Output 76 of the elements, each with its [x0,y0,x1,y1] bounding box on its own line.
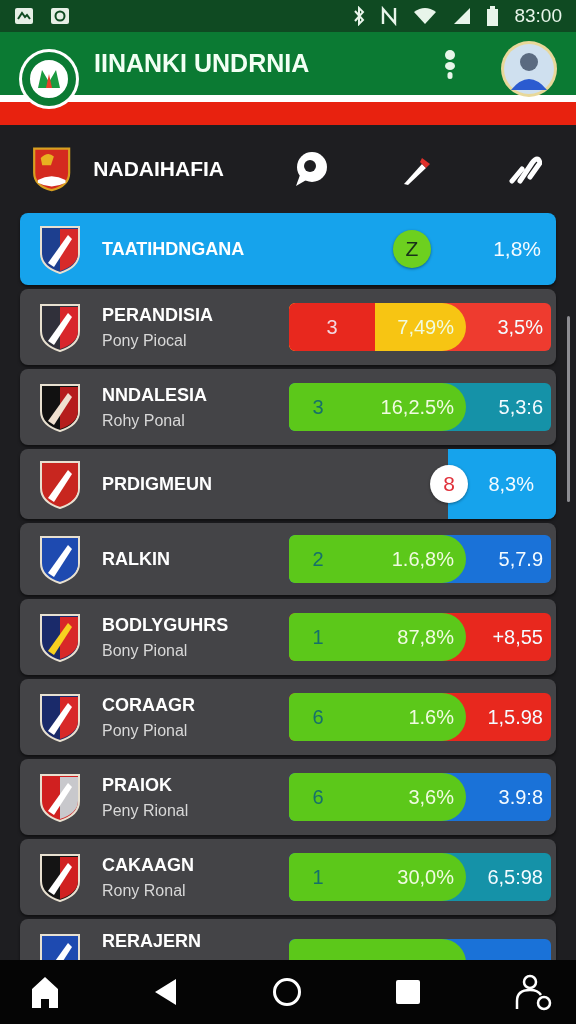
shield-crest-icon [38,381,82,433]
highlighted-team-row[interactable]: TAATIHDNGANA Z 1,8% [20,213,556,285]
menu-icon[interactable] [444,48,456,79]
percent-text: 87,8% [396,625,455,649]
value-text: 3.9:8 [497,785,544,809]
avatar-button[interactable] [500,39,558,98]
home-circle-icon[interactable] [272,977,302,1007]
team-name: CAKAAGN [102,854,194,876]
team-subtitle: Pony Pional [102,721,188,740]
value-text: 3,5% [496,315,544,339]
shield-crest-icon [38,771,82,823]
back-icon[interactable] [154,978,178,1006]
shield-crest-icon [38,611,82,663]
team-name: RERAJERN [102,931,202,952]
shield-crest-icon [38,301,82,353]
user-settings-icon[interactable] [514,973,552,1011]
clock-time: 83:00 [514,5,562,27]
value-text: 5,7.9 [497,547,544,571]
team-subtitle: Rohy Ponal [102,411,185,430]
nfc-icon [381,6,398,26]
team-row[interactable]: PERANDISIA Pony Piocal 3 7,49% 3,5% [20,289,556,365]
home-icon[interactable] [30,975,60,1009]
app-title: IINANKI UNDRNIA [94,49,311,78]
team-name: PRDIGMEUN [102,473,212,495]
team-name: PERANDISIA [102,304,213,326]
rank-number: 6 [312,705,324,729]
shield-crest-icon [38,533,82,585]
team-subtitle: Peny Rional [102,801,189,820]
team-row[interactable]: RERAJERN [20,919,556,960]
percent-text: 3,6% [407,785,455,809]
shield-crest-icon [38,223,82,275]
team-row[interactable]: CORAAGR Pony Pional 6 1.6% 1,5.98 [20,679,556,755]
value-text: 1,8% [492,237,542,261]
team-name: TAATIHDNGANA [102,238,245,260]
value-text: 8,3% [488,472,535,496]
image-notification-icon [14,7,34,25]
team-name: RALKIN [102,548,170,570]
bluetooth-icon [353,6,366,26]
team-row[interactable]: PRAIOK Peny Rional 6 3,6% 3.9:8 [20,759,556,835]
value-text: +8,55 [491,625,544,649]
value-text: 5,3:6 [497,395,544,419]
team-subtitle: Pony Piocal [102,331,187,350]
signal-icon [453,7,472,25]
rank-number: 3 [312,395,324,419]
shield-crest-icon [38,851,82,903]
percent-text: 7,49% [396,315,455,339]
rank-number: 6 [312,785,324,809]
team-row[interactable]: PRDIGMEUN 8 8,3% [20,449,556,519]
value-text: 1,5.98 [486,705,544,729]
team-name: BODLYGUHRS [102,614,229,636]
shield-crest-icon [38,691,82,743]
percent-text: 16,2.5% [379,395,455,419]
team-subtitle: Bony Pional [102,641,188,660]
rank-badge: 8 [430,465,468,503]
wifi-icon [413,7,438,25]
value-text: 6,5:98 [486,865,544,889]
team-name: PRAIOK [102,774,172,796]
rank-number: 3 [326,315,338,339]
team-name: NNDALESIA [102,384,207,406]
percent-text: 1.6,8% [390,547,455,571]
rank-badge: Z [393,230,431,268]
rank-number: 1 [312,625,324,649]
rank-number: 2 [312,547,324,571]
team-row[interactable]: CAKAAGN Rony Ronal 1 30,0% 6,5:98 [20,839,556,915]
app-notification-icon [50,7,70,25]
percent-text: 30,0% [396,865,455,889]
team-row[interactable]: NNDALESIA Rohy Ponal 3 16,2.5% 5,3:6 [20,369,556,445]
shield-crest-icon [38,458,82,510]
rank-number: 1 [312,865,324,889]
team-row[interactable]: RALKIN 2 1.6,8% 5,7.9 [20,523,556,595]
team-subtitle: Rony Ronal [102,881,186,900]
team-row[interactable]: BODLYGUHRS Bony Pional 1 87,8% +8,55 [20,599,556,675]
team-name: CORAAGR [102,694,195,716]
battery-icon [487,6,499,26]
percent-text: 1.6% [407,705,455,729]
section-title: NADAIHAFIA [93,157,224,181]
